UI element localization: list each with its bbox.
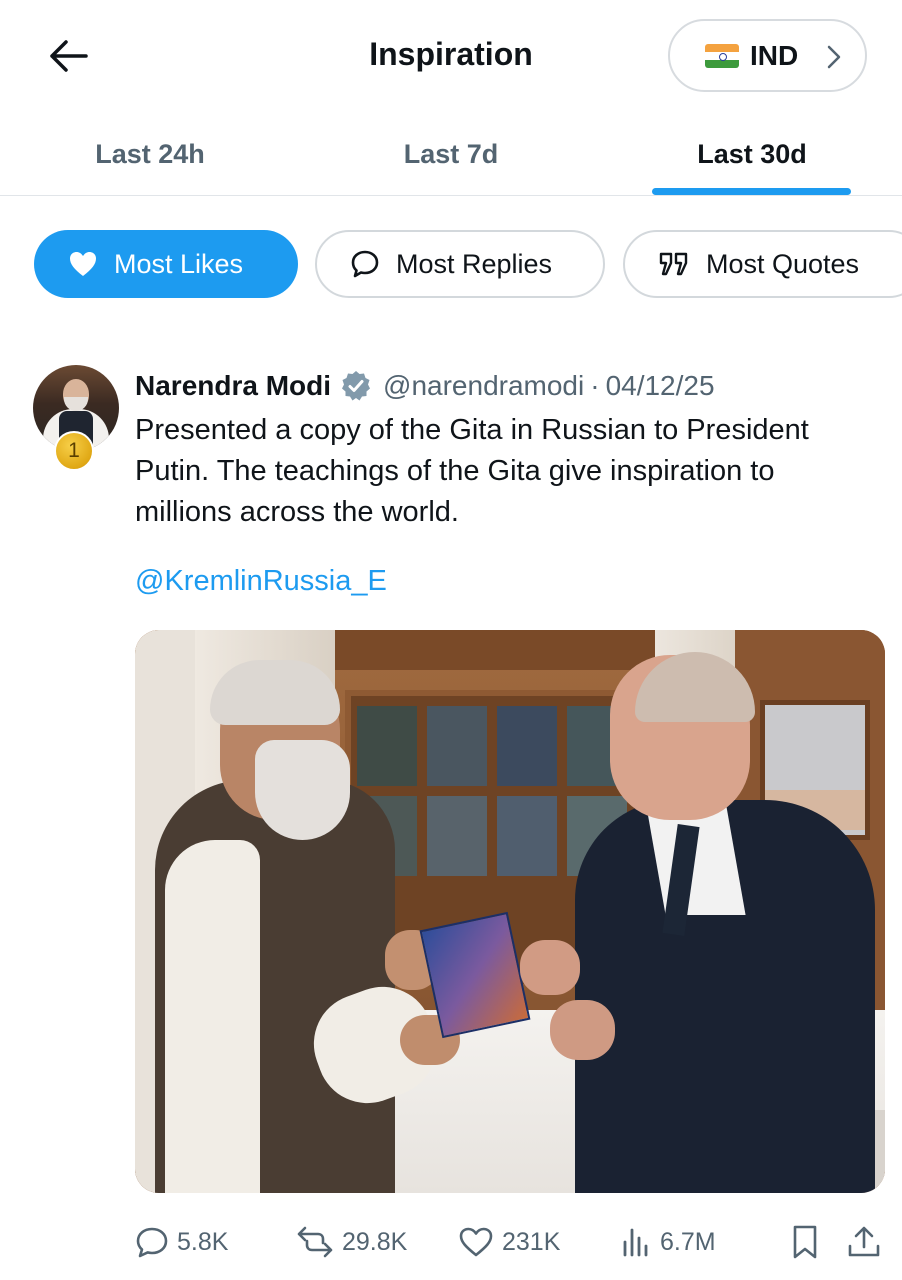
like-count: 231K — [502, 1227, 561, 1256]
filter-most-quotes-label: Most Quotes — [706, 248, 860, 279]
india-flag-icon — [705, 43, 739, 68]
repost-count: 29.8K — [342, 1227, 408, 1256]
views-chart-icon — [623, 1228, 648, 1257]
reply-icon — [136, 1227, 168, 1258]
author-handle[interactable]: @narendramodi — [383, 370, 584, 402]
speech-bubble-icon — [351, 250, 379, 278]
repost-button[interactable]: 29.8K — [296, 1220, 407, 1264]
post-image[interactable] — [135, 630, 885, 1193]
repost-icon — [297, 1226, 333, 1258]
share-icon — [848, 1226, 880, 1257]
post-text: Presented a copy of the Gita in Russian … — [135, 414, 809, 528]
time-range-tabs: Last 24h Last 7d Last 30d — [0, 112, 902, 196]
filter-most-likes-button[interactable]: Most Likes — [34, 230, 298, 298]
sort-filter-bar: Most Likes Most Replies Most Quotes — [0, 196, 902, 326]
post-date[interactable]: 04/12/25 — [606, 370, 715, 402]
heart-outline-icon — [459, 1227, 493, 1257]
active-tab-indicator — [652, 188, 851, 195]
mention-link[interactable]: @KremlinRussia_E — [135, 565, 387, 598]
filter-most-quotes-button[interactable]: Most Quotes — [623, 230, 902, 298]
heart-icon — [70, 252, 96, 276]
author-name[interactable]: Narendra Modi — [135, 370, 331, 402]
filter-most-replies-label: Most Replies — [396, 248, 553, 279]
quote-icon — [659, 252, 688, 276]
post[interactable]: 1 Narendra Modi @narendramodi · 04/12/25… — [0, 340, 902, 1280]
post-action-bar: 5.8K 29.8K 231K 6.7M — [0, 1212, 902, 1272]
bookmark-icon — [793, 1225, 817, 1259]
country-selector-button[interactable]: IND — [668, 19, 867, 92]
filter-most-likes-label: Most Likes — [114, 248, 244, 279]
separator-dot: · — [590, 370, 600, 401]
top-bar: Inspiration IND — [0, 0, 902, 112]
verified-badge-icon — [339, 369, 373, 403]
post-header: Narendra Modi @narendramodi · 04/12/25 — [135, 366, 715, 406]
filter-most-replies-button[interactable]: Most Replies — [315, 230, 605, 298]
reply-button[interactable]: 5.8K — [135, 1220, 228, 1264]
rank-badge: 1 — [54, 431, 94, 471]
bookmark-button[interactable] — [790, 1220, 820, 1264]
share-button[interactable] — [846, 1220, 882, 1264]
like-button[interactable]: 231K — [458, 1220, 560, 1264]
reply-count: 5.8K — [177, 1227, 229, 1256]
views-button[interactable]: 6.7M — [620, 1220, 716, 1264]
country-label: IND — [750, 39, 799, 71]
tab-last-24h[interactable]: Last 24h — [0, 112, 300, 196]
author-avatar[interactable]: 1 — [33, 365, 119, 471]
tab-last-30d[interactable]: Last 30d — [602, 112, 902, 196]
views-count: 6.7M — [660, 1227, 716, 1256]
tab-last-7d[interactable]: Last 7d — [300, 112, 602, 196]
chevron-right-icon — [827, 45, 841, 69]
